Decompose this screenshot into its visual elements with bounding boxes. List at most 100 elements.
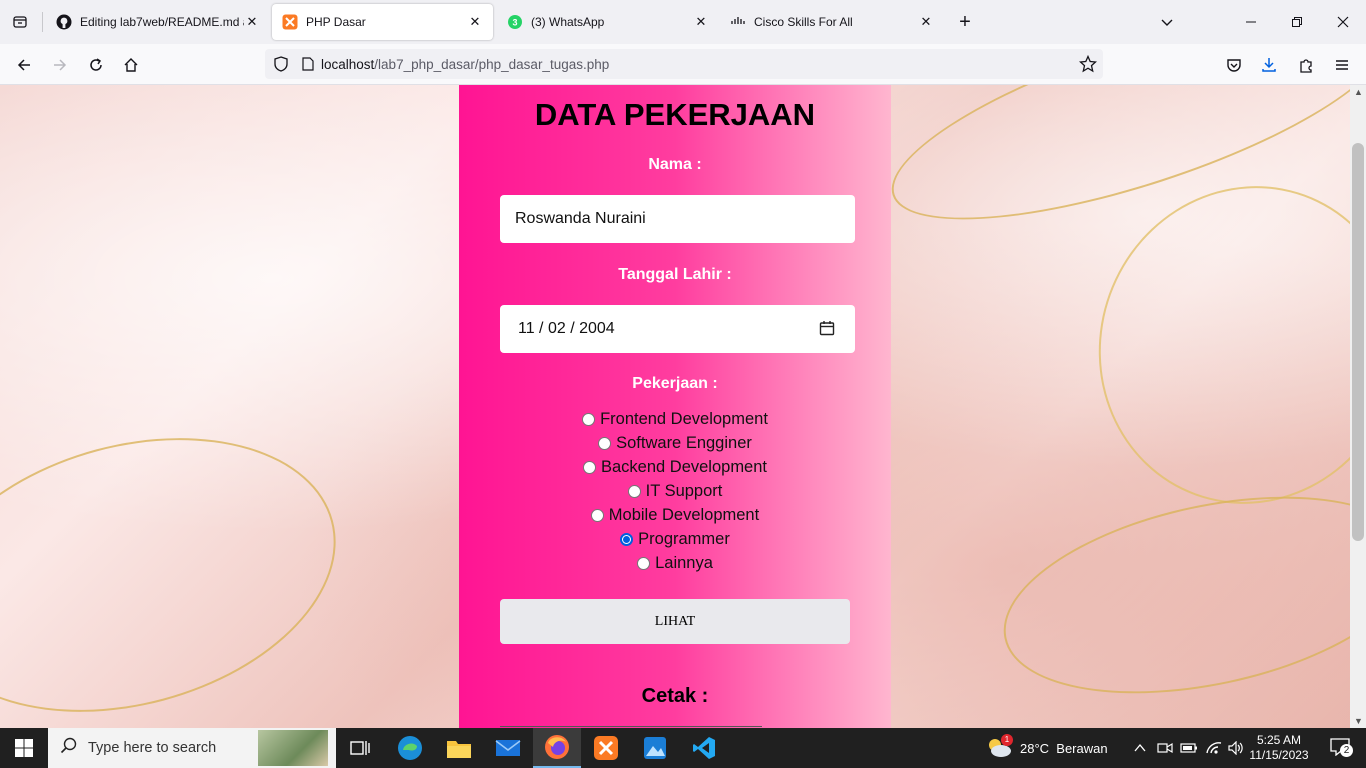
back-button[interactable] — [9, 50, 39, 80]
radio-button[interactable] — [627, 484, 641, 498]
nama-label: Nama : — [648, 156, 702, 173]
cloudy-weather-icon: 1 — [986, 734, 1013, 760]
clock[interactable]: 5:25 AM 11/15/2023 — [1249, 728, 1309, 768]
windows-logo-icon — [15, 739, 33, 757]
cisco-icon — [730, 14, 746, 30]
wifi-icon[interactable] — [1205, 728, 1223, 768]
download-icon — [1262, 58, 1276, 72]
github-icon — [56, 14, 72, 30]
radio-frontend-development[interactable]: Frontend Development — [459, 407, 891, 431]
radio-label: IT Support — [645, 481, 723, 500]
radio-backend-development[interactable]: Backend Development — [459, 455, 891, 479]
home-icon — [124, 58, 138, 72]
marble-vein — [0, 395, 367, 728]
list-all-tabs-button[interactable] — [1155, 10, 1179, 34]
forward-button[interactable] — [45, 50, 75, 80]
home-button[interactable] — [116, 50, 146, 80]
close-tab-icon[interactable]: ✕ — [467, 14, 483, 30]
scroll-up-icon[interactable]: ▲ — [1354, 87, 1363, 97]
bookmark-star-icon[interactable] — [1078, 54, 1098, 76]
start-button[interactable] — [0, 728, 48, 768]
page-info-icon[interactable] — [295, 57, 321, 71]
chevron-up-icon — [1134, 743, 1146, 752]
radio-button[interactable] — [590, 508, 604, 522]
downloads-button[interactable] — [1254, 50, 1284, 80]
taskbar-edge[interactable] — [386, 728, 434, 768]
reload-icon — [90, 58, 102, 71]
taskbar-file-explorer[interactable] — [435, 728, 483, 768]
taskbar-photos[interactable] — [631, 728, 679, 768]
hamburger-icon — [1336, 60, 1348, 70]
notification-count: 2 — [1340, 743, 1353, 757]
taskbar-mail[interactable] — [484, 728, 532, 768]
task-view-icon — [350, 741, 370, 755]
volume-icon[interactable] — [1228, 728, 1244, 768]
close-tab-icon[interactable]: ✕ — [693, 14, 709, 30]
radio-label: Backend Development — [600, 457, 767, 476]
taskbar-search-box[interactable]: Type here to search — [48, 728, 336, 768]
arrow-right-icon — [54, 59, 67, 71]
puzzle-icon — [1300, 59, 1312, 73]
reload-button[interactable] — [81, 50, 111, 80]
cetak-box-edge — [500, 726, 762, 727]
battery-icon[interactable] — [1180, 728, 1198, 768]
nama-input[interactable]: Roswanda Nuraini — [500, 195, 855, 243]
radio-mobile-development[interactable]: Mobile Development — [459, 503, 891, 527]
app-menu-button[interactable] — [1327, 50, 1357, 80]
meet-now-icon[interactable] — [1157, 728, 1173, 768]
radio-software-engginer[interactable]: Software Engginer — [459, 431, 891, 455]
url-host: localhost — [321, 56, 375, 72]
windows-taskbar: Type here to search 1 28°C Berawan 5:25 … — [0, 728, 1366, 768]
radio-label: Programmer — [638, 529, 730, 548]
close-tab-icon[interactable]: ✕ — [244, 14, 260, 30]
tanggal-lahir-input[interactable]: 11 / 02 / 2004 — [500, 305, 855, 353]
radio-programmer[interactable]: Programmer — [459, 527, 891, 551]
pekerjaan-radio-group: Frontend Development Software Engginer B… — [459, 407, 891, 575]
radio-button-checked[interactable] — [620, 532, 634, 546]
address-bar[interactable]: localhost/lab7_php_dasar/php_dasar_tugas… — [265, 49, 1103, 79]
clock-date: 11/15/2023 — [1249, 748, 1309, 762]
tab-github[interactable]: Editing lab7web/README.md at ✕ — [46, 4, 270, 40]
close-window-button[interactable] — [1320, 0, 1366, 44]
tab-title: (3) WhatsApp — [531, 15, 605, 29]
tanggal-lahir-label: Tanggal Lahir : — [618, 266, 732, 283]
tab-cisco[interactable]: Cisco Skills For All ✕ — [720, 4, 944, 40]
taskbar-vscode[interactable] — [680, 728, 728, 768]
folder-icon — [447, 741, 471, 758]
close-tab-icon[interactable]: ✕ — [918, 14, 934, 30]
radio-button[interactable] — [582, 412, 596, 426]
tab-title: PHP Dasar — [306, 15, 366, 29]
tab-php-dasar[interactable]: PHP Dasar ✕ — [272, 4, 493, 40]
close-icon — [1337, 16, 1349, 28]
page-title: DATA PEKERJAAN — [534, 97, 816, 132]
minimize-icon — [1246, 21, 1256, 23]
lihat-button[interactable]: LIHAT — [500, 599, 850, 644]
xampp-icon — [594, 736, 618, 760]
radio-lainnya[interactable]: Lainnya — [459, 551, 891, 575]
radio-button[interactable] — [637, 556, 651, 570]
radio-button[interactable] — [598, 436, 612, 450]
page-scrollbar[interactable]: ▲ ▼ — [1350, 85, 1366, 728]
new-tab-button[interactable]: + — [953, 10, 977, 34]
weather-widget[interactable]: 1 28°C Berawan — [986, 728, 1108, 768]
scroll-down-icon[interactable]: ▼ — [1354, 716, 1363, 726]
extensions-button[interactable] — [1291, 50, 1321, 80]
cetak-heading: Cetak : — [641, 685, 709, 707]
pocket-button[interactable] — [1219, 50, 1249, 80]
tab-whatsapp[interactable]: 3 (3) WhatsApp ✕ — [497, 4, 719, 40]
radio-button[interactable] — [582, 460, 596, 474]
taskbar-xampp[interactable] — [582, 728, 630, 768]
radio-it-support[interactable]: IT Support — [459, 479, 891, 503]
notification-center-button[interactable]: 2 — [1322, 728, 1358, 768]
firefox-view-button[interactable] — [0, 0, 40, 44]
task-view-button[interactable] — [336, 728, 384, 768]
restore-button[interactable] — [1274, 0, 1320, 44]
taskbar-firefox[interactable] — [533, 728, 581, 768]
minimize-button[interactable] — [1228, 0, 1274, 44]
calendar-icon[interactable] — [819, 320, 835, 341]
show-hidden-icons-button[interactable] — [1131, 728, 1149, 768]
radio-label: Frontend Development — [600, 409, 768, 428]
scrollbar-thumb[interactable] — [1352, 143, 1364, 541]
plus-icon: + — [959, 10, 971, 33]
shield-icon[interactable] — [267, 56, 295, 72]
